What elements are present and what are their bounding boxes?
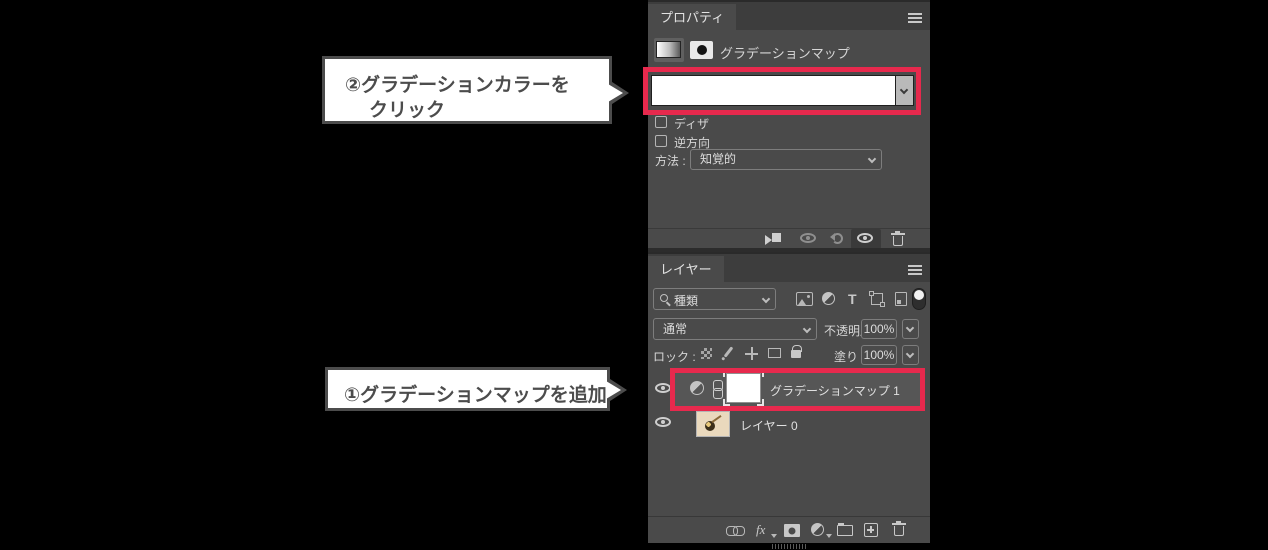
callout-tail — [606, 381, 621, 399]
lock-label: ロック : — [653, 348, 696, 365]
filter-smart-objects-icon[interactable] — [895, 292, 907, 306]
new-adjustment-layer-icon[interactable] — [811, 523, 824, 536]
callout-step2: ②グラデーションカラーを クリック — [322, 56, 612, 124]
filter-shape-layers-icon[interactable] — [871, 293, 883, 305]
fx-dropdown-arrow-icon — [771, 534, 777, 538]
layer-filter-toggle[interactable] — [912, 288, 926, 310]
adjustment-layer-icon[interactable] — [690, 381, 704, 395]
lock-transparency-icon[interactable] — [701, 348, 712, 359]
layer1-visibility-eye-icon[interactable] — [655, 383, 671, 393]
dither-label: ディザ — [674, 115, 709, 132]
layers-tabbar: レイヤー — [648, 252, 930, 282]
gradient-picker-dropdown[interactable] — [896, 75, 914, 106]
clip-to-layer-icon[interactable] — [765, 232, 781, 245]
trash-lid — [891, 233, 905, 235]
adjustment-title: グラデーションマップ — [720, 43, 850, 62]
method-value: 知覚的 — [700, 152, 736, 166]
opacity-value[interactable]: 100% — [861, 319, 897, 339]
trash-body — [894, 526, 904, 536]
lock-position-icon[interactable] — [745, 347, 758, 360]
gradient-thumbnail-icon — [656, 41, 681, 58]
fill-dropdown-button[interactable] — [902, 345, 919, 365]
filter-adjustment-layers-icon[interactable] — [822, 292, 835, 305]
callout-step2-line1: ②グラデーションカラーを — [345, 70, 570, 97]
layers-panel-menu-icon[interactable] — [908, 265, 922, 275]
dither-checkbox[interactable] — [655, 116, 667, 128]
fill-value[interactable]: 100% — [861, 345, 897, 365]
new-layer-icon[interactable] — [864, 523, 878, 537]
mask-selection-bracket — [757, 370, 764, 377]
layer2-thumbnail[interactable] — [696, 411, 730, 437]
chevron-down-icon — [762, 295, 770, 303]
tab-layers[interactable]: レイヤー — [648, 256, 724, 284]
chevron-down-icon — [868, 155, 876, 163]
layer2-name: レイヤー 0 — [740, 417, 798, 434]
eye-icon — [857, 233, 873, 243]
callout-tail — [608, 84, 623, 102]
reverse-checkbox[interactable] — [655, 135, 667, 147]
trash-lid — [892, 523, 906, 525]
mask-link-icon — [713, 380, 721, 397]
layer-filter-kind-dropdown[interactable]: 種類 — [653, 288, 776, 310]
method-label: 方法 : — [655, 152, 686, 169]
visibility-toggle-pressed[interactable] — [851, 229, 881, 249]
previous-state-eye-icon[interactable] — [800, 233, 816, 243]
delete-layer-icon[interactable] — [892, 521, 906, 536]
link-layers-icon[interactable] — [726, 526, 743, 534]
blend-mode-dropdown[interactable]: 通常 — [653, 318, 817, 340]
layer-mask-thumbnail[interactable] — [726, 373, 761, 403]
add-layer-mask-icon[interactable] — [784, 524, 800, 537]
callout-step1: ①グラデーションマップを追加 — [325, 367, 610, 411]
adjustment-thumbnail-button[interactable] — [654, 38, 684, 62]
mask-selection-bracket — [723, 399, 730, 406]
lock-pixels-icon[interactable] — [724, 346, 734, 357]
mask-selection-bracket — [723, 370, 730, 377]
layer-style-fx-icon[interactable]: fx — [756, 522, 765, 538]
layer1-name: グラデーションマップ 1 — [770, 382, 900, 399]
search-icon — [660, 294, 668, 302]
opacity-dropdown-button[interactable] — [902, 319, 919, 339]
mask-icon[interactable] — [690, 41, 713, 59]
screenshot-canvas: プロパティ グラデーションマップ ディザ 逆方向 方法 : 知覚的 — [0, 0, 1268, 550]
filter-pixel-layers-icon[interactable] — [796, 292, 813, 306]
method-dropdown[interactable]: 知覚的 — [690, 149, 882, 170]
reset-adjustment-icon[interactable] — [832, 233, 843, 244]
callout-step2-line2: クリック — [369, 95, 445, 122]
filter-kind-label: 種類 — [674, 292, 698, 309]
panel-resize-grip[interactable] — [772, 544, 806, 549]
chevron-down-icon — [906, 350, 914, 358]
filter-type-layers-icon[interactable]: T — [848, 292, 857, 306]
layers-footer: fx — [648, 516, 930, 543]
chevron-down-icon — [906, 324, 914, 332]
tab-properties[interactable]: プロパティ — [648, 4, 736, 32]
lock-artboard-icon[interactable] — [768, 348, 781, 358]
layer2-visibility-eye-icon[interactable] — [655, 417, 671, 427]
chevron-down-icon — [803, 325, 811, 333]
trash-body — [893, 236, 903, 246]
mask-selection-bracket — [757, 399, 764, 406]
gradient-color-bar[interactable] — [651, 75, 896, 106]
adjustment-dropdown-arrow-icon — [826, 534, 832, 538]
delete-adjustment-icon[interactable] — [891, 231, 905, 246]
lock-all-icon[interactable] — [791, 350, 801, 358]
properties-tabbar: プロパティ — [648, 0, 930, 30]
photoshop-panel-column: プロパティ グラデーションマップ ディザ 逆方向 方法 : 知覚的 — [648, 0, 930, 543]
properties-footer — [648, 228, 930, 248]
chevron-down-icon — [900, 86, 908, 94]
new-group-icon[interactable] — [837, 525, 853, 536]
callout-step1-text: ①グラデーションマップを追加 — [344, 380, 607, 407]
blend-mode-value: 通常 — [663, 322, 687, 336]
properties-panel-menu-icon[interactable] — [908, 13, 922, 23]
